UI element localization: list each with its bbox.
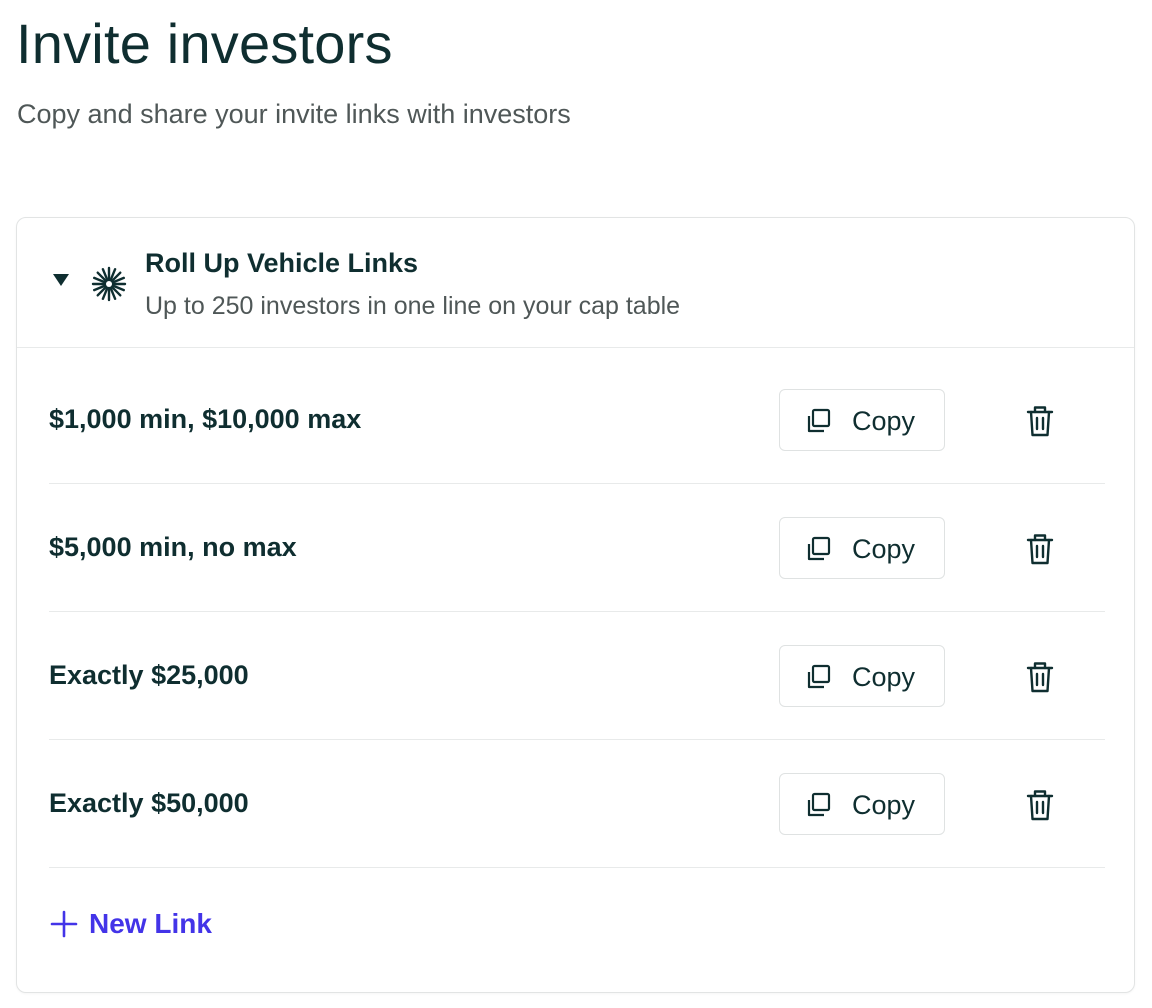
page-subtitle: Copy and share your invite links with in… — [17, 99, 571, 129]
copy-icon — [807, 536, 831, 561]
trash-icon[interactable] — [1025, 660, 1055, 694]
copy-button[interactable]: Copy — [779, 645, 945, 707]
trash-icon[interactable] — [1025, 404, 1055, 438]
roll-up-vehicle-links-card: Roll Up Vehicle Links Up to 250 investor… — [16, 217, 1135, 993]
copy-button[interactable]: Copy — [779, 773, 945, 835]
copy-icon — [807, 792, 831, 817]
trash-icon[interactable] — [1025, 532, 1055, 566]
copy-icon — [807, 664, 831, 689]
invite-link-row: $5,000 min, no max Copy — [49, 484, 1105, 612]
group-description: Up to 250 investors in one line on your … — [145, 292, 681, 320]
invite-link-row: Exactly $50,000 Copy — [49, 740, 1105, 868]
copy-button-label: Copy — [852, 662, 916, 692]
invite-link-row: $1,000 min, $10,000 max Copy — [49, 356, 1105, 484]
copy-button[interactable]: Copy — [779, 517, 945, 579]
link-label: $1,000 min, $10,000 max — [49, 404, 362, 434]
group-header[interactable]: Roll Up Vehicle Links Up to 250 investor… — [17, 218, 1134, 348]
copy-button-label: Copy — [852, 406, 916, 436]
link-label: Exactly $50,000 — [49, 788, 249, 818]
new-link-label: New Link — [89, 908, 212, 939]
link-label: Exactly $25,000 — [49, 660, 249, 690]
new-link-button[interactable]: New Link — [49, 904, 212, 944]
copy-button-label: Copy — [852, 790, 916, 820]
plus-icon — [50, 910, 78, 938]
copy-button-label: Copy — [852, 534, 916, 564]
invite-link-row: Exactly $25,000 Copy — [49, 612, 1105, 740]
copy-icon — [807, 408, 831, 433]
starburst-icon — [91, 266, 127, 302]
copy-button[interactable]: Copy — [779, 389, 945, 451]
trash-icon[interactable] — [1025, 788, 1055, 822]
caret-down-icon[interactable] — [51, 272, 71, 288]
link-label: $5,000 min, no max — [49, 532, 297, 562]
group-title: Roll Up Vehicle Links — [145, 248, 419, 278]
page-title: Invite investors — [16, 12, 393, 75]
invite-link-list: $1,000 min, $10,000 max Copy $5,000 min,… — [49, 356, 1105, 868]
